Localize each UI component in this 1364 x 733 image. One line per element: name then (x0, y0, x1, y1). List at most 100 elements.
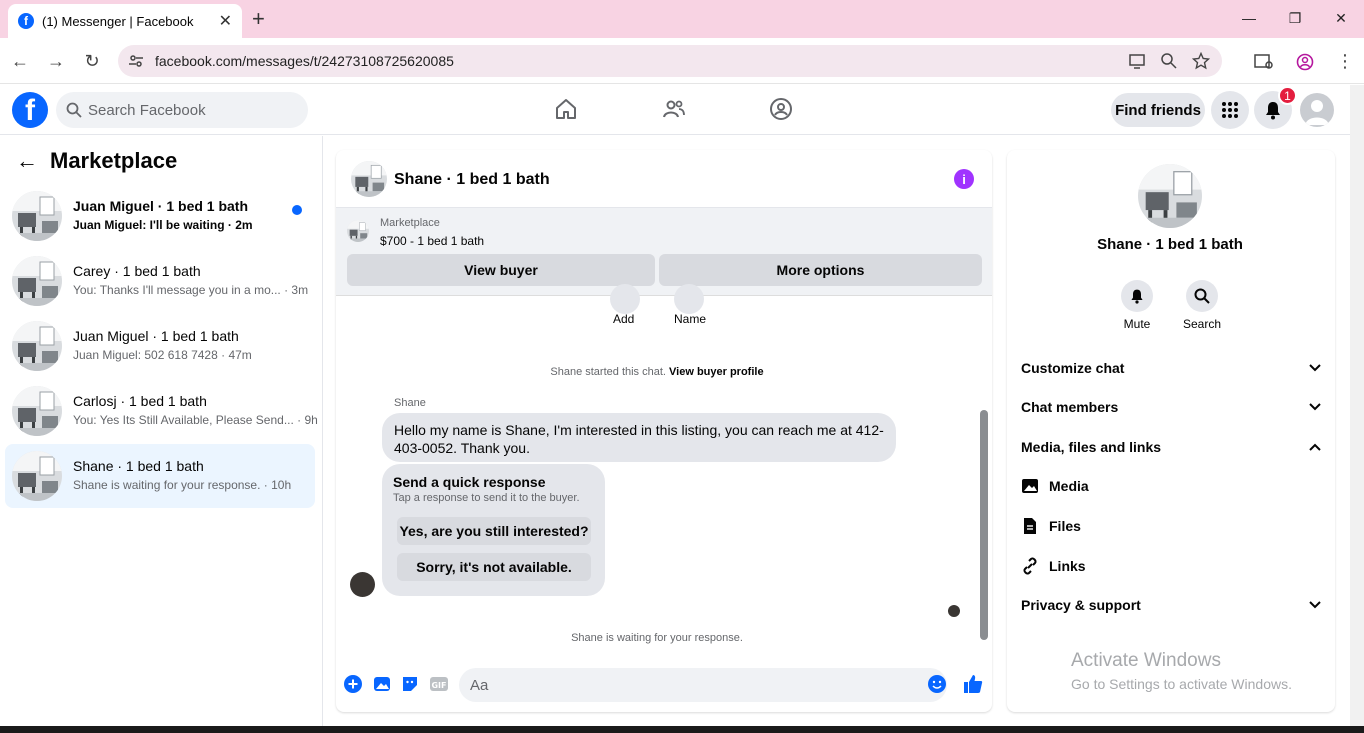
chevron-up-icon (1309, 443, 1321, 451)
customize-chat-label: Customize chat (1021, 360, 1125, 376)
url-field[interactable]: facebook.com/messages/t/2427310872562008… (118, 45, 1222, 77)
sticker-icon[interactable] (401, 675, 419, 693)
grid-icon (1222, 102, 1238, 118)
conversation-thumbnail (12, 321, 62, 371)
restore-icon[interactable]: ❐ (1272, 0, 1318, 36)
friends-icon[interactable] (662, 97, 686, 121)
name-edit-icon[interactable] (674, 284, 704, 314)
reading-mode-icon[interactable] (1254, 53, 1274, 71)
mute-action[interactable]: Mute (1107, 280, 1167, 331)
details-listing-thumbnail[interactable] (1138, 164, 1202, 228)
sender-name: Shane (394, 397, 426, 409)
conversation-item[interactable]: Shane · 1 bed 1 bath Shane is waiting for… (5, 444, 315, 508)
message-input-placeholder: Aa (470, 676, 489, 694)
media-files-links-label: Media, files and links (1021, 439, 1162, 455)
find-friends-button[interactable]: Find friends (1111, 93, 1205, 127)
new-tab-icon[interactable]: + (252, 6, 265, 32)
media-label: Media (1049, 478, 1089, 494)
more-options-button[interactable]: More options (659, 254, 982, 286)
chat-members-row[interactable]: Chat members (1021, 392, 1321, 422)
mute-bell-icon (1131, 289, 1143, 304)
back-icon[interactable]: ← (9, 50, 31, 72)
name-label: Name (674, 312, 707, 326)
view-buyer-profile-link[interactable]: View buyer profile (669, 366, 764, 378)
conversation-item[interactable]: Carlosj · 1 bed 1 bath You: Yes Its Still… (5, 379, 318, 443)
facebook-logo-icon[interactable]: f (12, 92, 48, 128)
listing-small-thumbnail (347, 220, 369, 242)
chat-details-panel: Shane · 1 bed 1 bath Mute Search Customi… (1007, 150, 1335, 712)
home-icon[interactable] (554, 97, 578, 121)
address-bar-row: ← → ↻ facebook.com/messages/t/2427310872… (0, 38, 1364, 84)
forward-icon[interactable]: → (45, 50, 67, 72)
profile-icon[interactable] (1296, 53, 1314, 71)
photo-icon[interactable] (373, 675, 391, 693)
default-avatar-icon (1305, 100, 1329, 125)
message-input[interactable]: Aa (459, 668, 947, 702)
quick-response-yes-button[interactable]: Yes, are you still interested? (397, 517, 591, 545)
conversation-preview: You: Yes Its Still Available, Please Sen… (73, 413, 318, 427)
waiting-note: Shane is waiting for your response. (571, 632, 743, 644)
window-close-icon[interactable]: ✕ (1318, 0, 1364, 36)
zoom-icon[interactable] (1160, 52, 1178, 70)
message-bubble[interactable]: Hello my name is Shane, I'm interested i… (382, 413, 896, 462)
file-icon (1024, 518, 1036, 534)
chat-started-note: Shane started this chat. View buyer prof… (336, 366, 978, 378)
page-scrollbar[interactable] (1350, 85, 1364, 726)
url-text: facebook.com/messages/t/2427310872562008… (155, 53, 454, 69)
chat-panel: Shane · 1 bed 1 bath i Marketplace $700 … (336, 150, 992, 712)
media-files-links-row[interactable]: Media, files and links (1021, 432, 1321, 462)
sender-avatar[interactable] (350, 572, 375, 597)
groups-icon[interactable] (769, 97, 793, 121)
conversation-thumbnail (12, 191, 62, 241)
back-arrow-icon[interactable]: ← (16, 148, 38, 174)
customize-chat-row[interactable]: Customize chat (1021, 353, 1321, 383)
plus-circle-icon[interactable] (344, 675, 362, 693)
quick-response-subtitle: Tap a response to send it to the buyer. (393, 492, 580, 504)
add-icon[interactable] (610, 284, 640, 314)
conversation-item[interactable]: Juan Miguel · 1 bed 1 bath Juan Miguel: I… (5, 184, 315, 248)
message-composer: GIF Aa (336, 662, 992, 712)
privacy-support-label: Privacy & support (1021, 597, 1141, 613)
browser-tab[interactable]: f (1) Messenger | Facebook ✕ (8, 4, 242, 38)
listing-thumbnail[interactable] (351, 161, 387, 197)
minimize-icon[interactable]: — (1226, 0, 1272, 36)
like-thumbs-up-icon[interactable] (963, 674, 983, 694)
details-title[interactable]: Shane · 1 bed 1 bath (1007, 236, 1333, 253)
conversation-name: Carey · 1 bed 1 bath (73, 263, 201, 279)
privacy-support-row[interactable]: Privacy & support (1021, 590, 1321, 620)
info-icon[interactable]: i (954, 169, 974, 189)
conversation-item[interactable]: Carey · 1 bed 1 bath You: Thanks I'll mes… (5, 249, 315, 313)
chat-title[interactable]: Shane · 1 bed 1 bath (394, 171, 550, 189)
gif-icon[interactable]: GIF (429, 675, 449, 693)
conversation-item[interactable]: Juan Miguel · 1 bed 1 bath Juan Miguel: 5… (5, 314, 315, 378)
facebook-header: f Search Facebook Find friends 1 (0, 85, 1350, 135)
search-icon (66, 102, 82, 118)
bookmark-star-icon[interactable] (1192, 52, 1210, 70)
taskbar (0, 726, 1364, 733)
browser-menu-icon[interactable]: ⋮ (1336, 51, 1354, 72)
chevron-down-icon (1309, 601, 1321, 609)
menu-grid-button[interactable] (1211, 91, 1249, 129)
chat-header: Shane · 1 bed 1 bath i (336, 150, 992, 208)
media-item[interactable]: Media (1021, 472, 1089, 500)
conversation-preview: You: Thanks I'll message you in a mo... … (73, 283, 309, 297)
conversation-thumbnail (12, 386, 62, 436)
conversation-name: Shane · 1 bed 1 bath (73, 458, 204, 474)
files-item[interactable]: Files (1021, 512, 1081, 540)
reload-icon[interactable]: ↻ (81, 50, 103, 72)
tab-close-icon[interactable]: ✕ (219, 11, 232, 31)
chat-scrollbar-thumb[interactable] (980, 410, 988, 640)
quick-response-sorry-button[interactable]: Sorry, it's not available. (397, 553, 591, 581)
account-avatar[interactable] (1300, 93, 1334, 127)
emoji-icon[interactable] (928, 675, 946, 693)
links-item[interactable]: Links (1021, 552, 1086, 580)
install-app-icon[interactable] (1128, 52, 1146, 70)
search-facebook-input[interactable]: Search Facebook (56, 92, 308, 128)
conversation-thumbnail (12, 451, 62, 501)
notification-badge: 1 (1278, 86, 1297, 105)
view-buyer-button[interactable]: View buyer (347, 254, 655, 286)
listing-price[interactable]: $700 - 1 bed 1 bath (380, 234, 484, 248)
search-placeholder: Search Facebook (88, 101, 206, 119)
search-action[interactable]: Search (1172, 280, 1232, 331)
site-settings-icon[interactable] (128, 53, 144, 69)
